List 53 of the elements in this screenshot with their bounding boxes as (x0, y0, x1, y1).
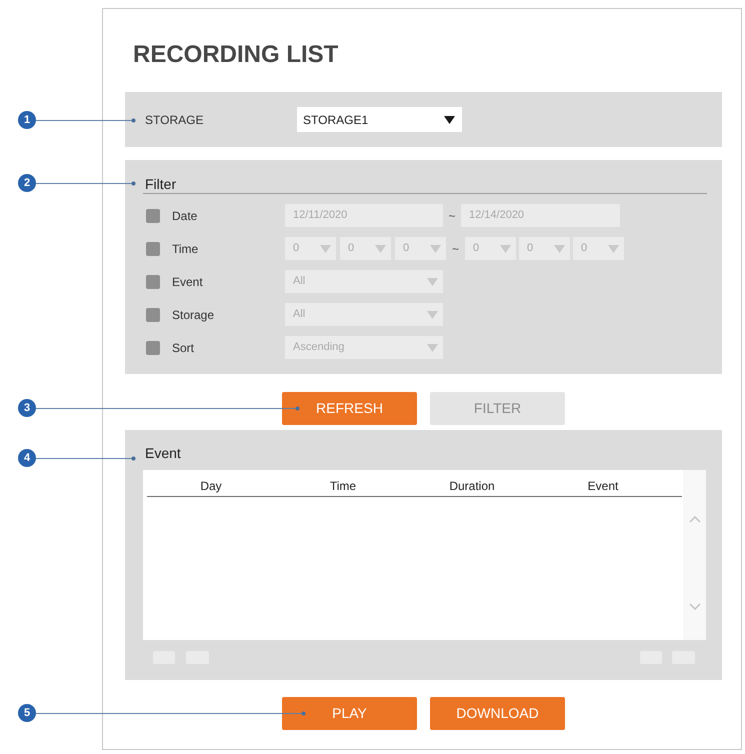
storage-label: STORAGE (145, 112, 204, 128)
filter-label: Storage (172, 306, 214, 324)
column-header: Time (330, 478, 356, 495)
filter-label: Sort (172, 340, 194, 356)
range-separator: ~ (450, 240, 460, 258)
time-dropdown[interactable]: 0 (285, 237, 336, 260)
filter-label: Event (172, 274, 203, 290)
filter-dropdown[interactable]: All (285, 270, 443, 293)
event-heading: Event (145, 444, 181, 462)
caret-icon (375, 244, 386, 252)
filter-label: Date (172, 208, 198, 224)
range-separator: ~ (447, 208, 456, 224)
caret-icon (608, 244, 619, 252)
column-header: Event (588, 478, 618, 495)
time-dropdown[interactable]: 0 (340, 237, 391, 260)
scrollbar[interactable] (683, 470, 706, 640)
page-title: RECORDING LIST (133, 42, 338, 68)
callout-badge: 4 (18, 449, 36, 467)
checkbox[interactable] (146, 242, 160, 256)
chevron-up-icon[interactable] (688, 516, 700, 523)
time-dropdown[interactable]: 0 (465, 237, 516, 260)
callout-badge: 5 (18, 704, 36, 722)
column-header: Day (200, 478, 222, 495)
time-dropdown[interactable]: 0 (519, 237, 570, 260)
filter-heading: Filter (145, 174, 176, 194)
storage-dropdown[interactable]: STORAGE1 (297, 107, 462, 132)
column-header: Duration (449, 478, 495, 495)
caret-icon (320, 244, 331, 252)
caret-icon (427, 278, 438, 286)
callout-badge: 3 (18, 399, 36, 417)
caret-icon (500, 244, 511, 252)
chevron-down-icon[interactable] (688, 603, 700, 610)
action-button[interactable]: REFRESH (282, 392, 417, 425)
date-field[interactable]: 12/14/2020 (461, 204, 620, 227)
checkbox[interactable] (146, 208, 160, 222)
caret-icon (554, 244, 565, 252)
caret-icon (444, 116, 455, 124)
action-button[interactable]: PLAY (282, 697, 417, 730)
filter-label: Time (172, 240, 198, 258)
checkbox[interactable] (146, 340, 160, 354)
checkbox[interactable] (146, 308, 160, 322)
checkbox[interactable] (146, 274, 160, 288)
caret-icon (430, 244, 441, 252)
filter-dropdown[interactable]: Ascending (285, 336, 443, 359)
filter-dropdown[interactable]: All (285, 303, 443, 326)
date-field[interactable]: 12/11/2020 (285, 204, 443, 227)
caret-icon (427, 310, 438, 318)
callout-badge: 2 (18, 174, 36, 192)
caret-icon (427, 344, 438, 352)
time-dropdown[interactable]: 0 (395, 237, 446, 260)
action-button[interactable]: DOWNLOAD (430, 697, 565, 730)
callout-badge: 1 (18, 111, 36, 129)
time-dropdown[interactable]: 0 (573, 237, 624, 260)
